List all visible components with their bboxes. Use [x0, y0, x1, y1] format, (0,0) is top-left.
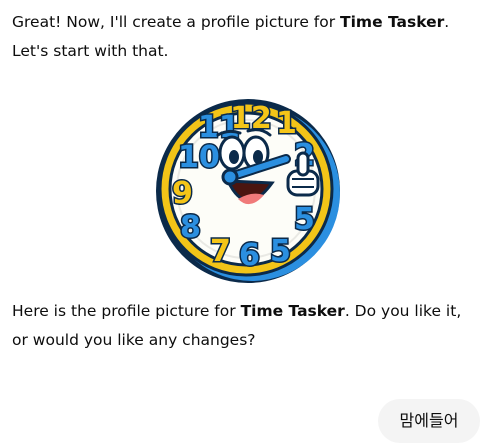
- left-pupil: [229, 150, 239, 164]
- clock-hand-pivot: [221, 168, 239, 186]
- generated-profile-image[interactable]: 12 1 11 10 2 9 8 7 6 5 5: [148, 91, 344, 287]
- digit-1: 1: [276, 106, 297, 141]
- digit-6: 6: [239, 238, 260, 273]
- intro-text-start: Great! Now, I'll create a profile pictur…: [12, 13, 341, 31]
- digit-7: 7: [210, 234, 231, 269]
- digit-8: 8: [180, 210, 201, 245]
- intro-text-bold: Time Tasker: [340, 13, 445, 31]
- followup-text-bold: Time Tasker: [240, 302, 345, 320]
- digit-5-bottom: 5: [270, 234, 291, 269]
- user-message-bubble: 맘에들어: [378, 399, 480, 443]
- clock-mascot-illustration: 12 1 11 10 2 9 8 7 6 5 5: [156, 99, 340, 283]
- digit-10: 10: [178, 140, 220, 175]
- assistant-text-intro: Great! Now, I'll create a profile pictur…: [12, 8, 462, 66]
- assistant-text-followup: Here is the profile picture for Time Tas…: [12, 297, 462, 355]
- digit-5-right: 5: [294, 202, 315, 237]
- digit-9: 9: [172, 176, 193, 211]
- followup-text-start: Here is the profile picture for: [12, 302, 241, 320]
